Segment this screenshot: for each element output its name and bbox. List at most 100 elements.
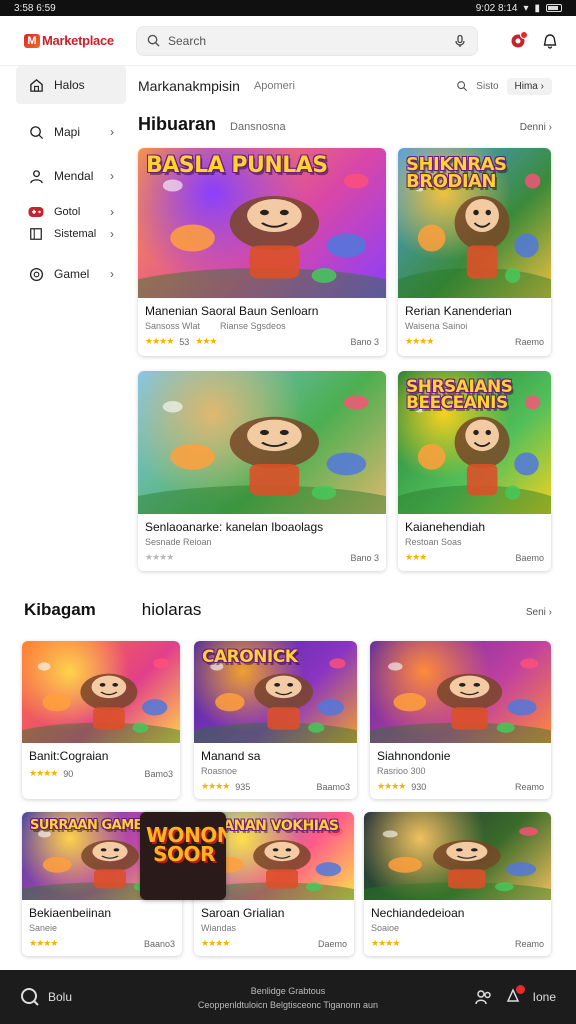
card-action-label[interactable]: Bano 3 (350, 337, 379, 347)
card-meta: Kaianehendiah Restoan Soas ★★★ Baemo (398, 514, 551, 563)
game-title[interactable]: Nechiandedeioan (371, 906, 544, 920)
section-more-link[interactable]: Denni › (520, 122, 552, 133)
game-title[interactable]: Manand sa (201, 749, 350, 763)
card-meta: Saroan Grialian Wiandas ★★★★ Daemo (194, 900, 354, 949)
section-title: Hibuaran (138, 114, 217, 134)
section-subtitle: hiolaras (141, 600, 202, 619)
app-logo[interactable]: M Marketplace (24, 33, 134, 48)
game-art[interactable] (364, 812, 551, 900)
game-title[interactable]: Kaianehendiah (405, 520, 544, 534)
rating-stars-icon: ★★★★ (145, 336, 174, 346)
account-icon[interactable] (542, 33, 558, 49)
game-art[interactable]: Shiknras Brodian (398, 148, 551, 298)
notification-button[interactable] (505, 984, 525, 1007)
game-developer: Saneie (29, 923, 58, 933)
rating-stars-icon: ★★★★ (201, 781, 230, 791)
game-art[interactable]: Basla Punlas (138, 148, 386, 298)
card-footer: ★★★★ Baano3 (29, 938, 175, 949)
book-icon (28, 226, 44, 242)
game-title[interactable]: Rerian Kanenderian (405, 304, 544, 318)
home-icon (28, 77, 44, 93)
notification-button[interactable] (508, 30, 528, 51)
game-card[interactable]: Shiknras Brodian Rerian Kanenderian Waisen… (398, 148, 551, 356)
game-subtitle: Saneie (29, 923, 175, 933)
status-icons: 9:02 8:14 ▾ ▮ (476, 3, 562, 14)
search-input[interactable] (168, 33, 445, 48)
game-subtitle: Sesnade Reioan (145, 537, 379, 547)
sidebar-item-home[interactable]: Halos (16, 66, 126, 104)
card-action-label[interactable]: Daemo (318, 939, 347, 949)
card-action-label[interactable]: Baemo (515, 553, 544, 563)
people-icon[interactable] (474, 989, 493, 1005)
rating-stars-icon: ★★★★ (145, 552, 174, 562)
sidebar-item-label: Gotol (54, 206, 81, 218)
card-action-label[interactable]: Baamo3 (316, 782, 350, 792)
game-title[interactable]: Senlaoanarke: kanelan Iboaolags (145, 520, 379, 534)
sidebar-item-search[interactable]: Mapi › (16, 110, 126, 154)
game-art-title: Shiknras Brodian (406, 154, 507, 193)
card-action-label[interactable]: Reamo (515, 939, 544, 949)
game-card[interactable]: Shrsaians Beeceanis Kaianehendiah Restoan … (398, 371, 551, 571)
card-footer: ★★★ Baemo (405, 552, 544, 563)
card-action-label[interactable]: Bano 3 (350, 553, 379, 563)
game-title[interactable]: Saroan Grialian (201, 906, 347, 920)
sidebar-item-gotol[interactable]: Gotol › (28, 204, 114, 220)
card-footer: ★★★★ Reamo (371, 938, 544, 949)
search-icon (28, 124, 44, 140)
character-illustration (22, 658, 180, 743)
game-subtitle: Waisena Sainoi (405, 321, 544, 331)
card-action-label[interactable]: Reamo (515, 782, 544, 792)
sidebar: Halos Mapi › Mendal › Gotol › Sistemal ›… (16, 66, 126, 296)
rating-stars-icon: ★★★★ (29, 938, 58, 948)
card-meta: Siahnondonie Rasrioo 300 ★★★★ 930 Reamo (370, 743, 551, 792)
mic-icon[interactable] (453, 34, 467, 48)
game-card[interactable]: Basla Punlas Manenian Saoral Baun Senloar… (138, 148, 386, 356)
game-title[interactable]: Banit:Cograian (29, 749, 173, 763)
subnav-pill-label: Hima (514, 80, 538, 92)
featured-tile[interactable]: Wonon Soor (140, 812, 226, 900)
game-title[interactable]: Manenian Saoral Baun Senloarn (145, 304, 379, 318)
game-art[interactable] (138, 371, 386, 514)
search-bar[interactable] (136, 25, 478, 56)
card-meta: Nechiandedeioan Soaioe ★★★★ Reamo (364, 900, 551, 949)
game-card[interactable]: Caronick Manand sa Roasnoe ★★★★ 935 Baamo3 (194, 641, 357, 799)
chevron-right-icon: › (110, 125, 114, 139)
game-title[interactable]: Bekiaenbeiinan (29, 906, 175, 920)
game-art[interactable]: Shrsaians Beeceanis (398, 371, 551, 514)
subnav-pill-button[interactable]: Hima › (506, 77, 552, 95)
game-card[interactable]: Banit:Cograian ★★★★ 90 Bamo3 (22, 641, 180, 799)
rating-stars-icon: ★★★★ (201, 938, 230, 948)
sidebar-item-label: Mapi (54, 125, 81, 139)
rating-count: 935 (235, 781, 251, 792)
game-title[interactable]: Siahnondonie (377, 749, 544, 763)
game-subtitle: Soaioe (371, 923, 544, 933)
game-developer: Sesnade Reioan (145, 537, 212, 547)
game-card[interactable]: Senlaoanarke: kanelan Iboaolags Sesnade R… (138, 371, 386, 571)
subnav-title[interactable]: Markanakmpisin (138, 78, 240, 94)
card-footer: ★★★★ 935 Baamo3 (201, 781, 350, 792)
subnav-tab[interactable]: Apomeri (254, 80, 295, 92)
game-art[interactable] (22, 641, 180, 743)
card-meta: Manenian Saoral Baun Senloarn Sansoss Wla… (138, 298, 386, 347)
bottom-right-label[interactable]: Ione (533, 990, 556, 1004)
game-art[interactable]: Caronick (194, 641, 357, 743)
wifi-icon: ▾ (523, 2, 529, 14)
card-action-label[interactable]: Bamo3 (144, 769, 173, 779)
game-card[interactable]: Siahnondonie Rasrioo 300 ★★★★ 930 Reamo (370, 641, 551, 799)
bottom-left-button[interactable]: Bolu (20, 987, 72, 1007)
sidebar-item-gamel[interactable]: Gamel › (16, 252, 126, 296)
card-meta: Rerian Kanenderian Waisena Sainoi ★★★★ Raem… (398, 298, 551, 347)
sidebar-item-sistemal[interactable]: Sistemal › (28, 226, 114, 242)
card-action-label[interactable]: Raemo (515, 337, 544, 347)
card-action-label[interactable]: Baano3 (144, 939, 175, 949)
sidebar-item-user[interactable]: Mendal › (16, 154, 126, 198)
rating-stars-icon: ★★★ (405, 552, 427, 562)
rating-count: 90 (63, 768, 74, 779)
game-card[interactable]: Nechiandedeioan Soaioe ★★★★ Reamo (364, 812, 551, 956)
section-more-link[interactable]: Seni › (526, 607, 552, 618)
game-art[interactable] (370, 641, 551, 743)
game-art-title: Surraan Game (30, 818, 143, 833)
chevron-right-icon: › (110, 227, 114, 241)
game-developer: Wiandas (201, 923, 237, 933)
subnav-right-label[interactable]: Sisto (476, 81, 498, 92)
